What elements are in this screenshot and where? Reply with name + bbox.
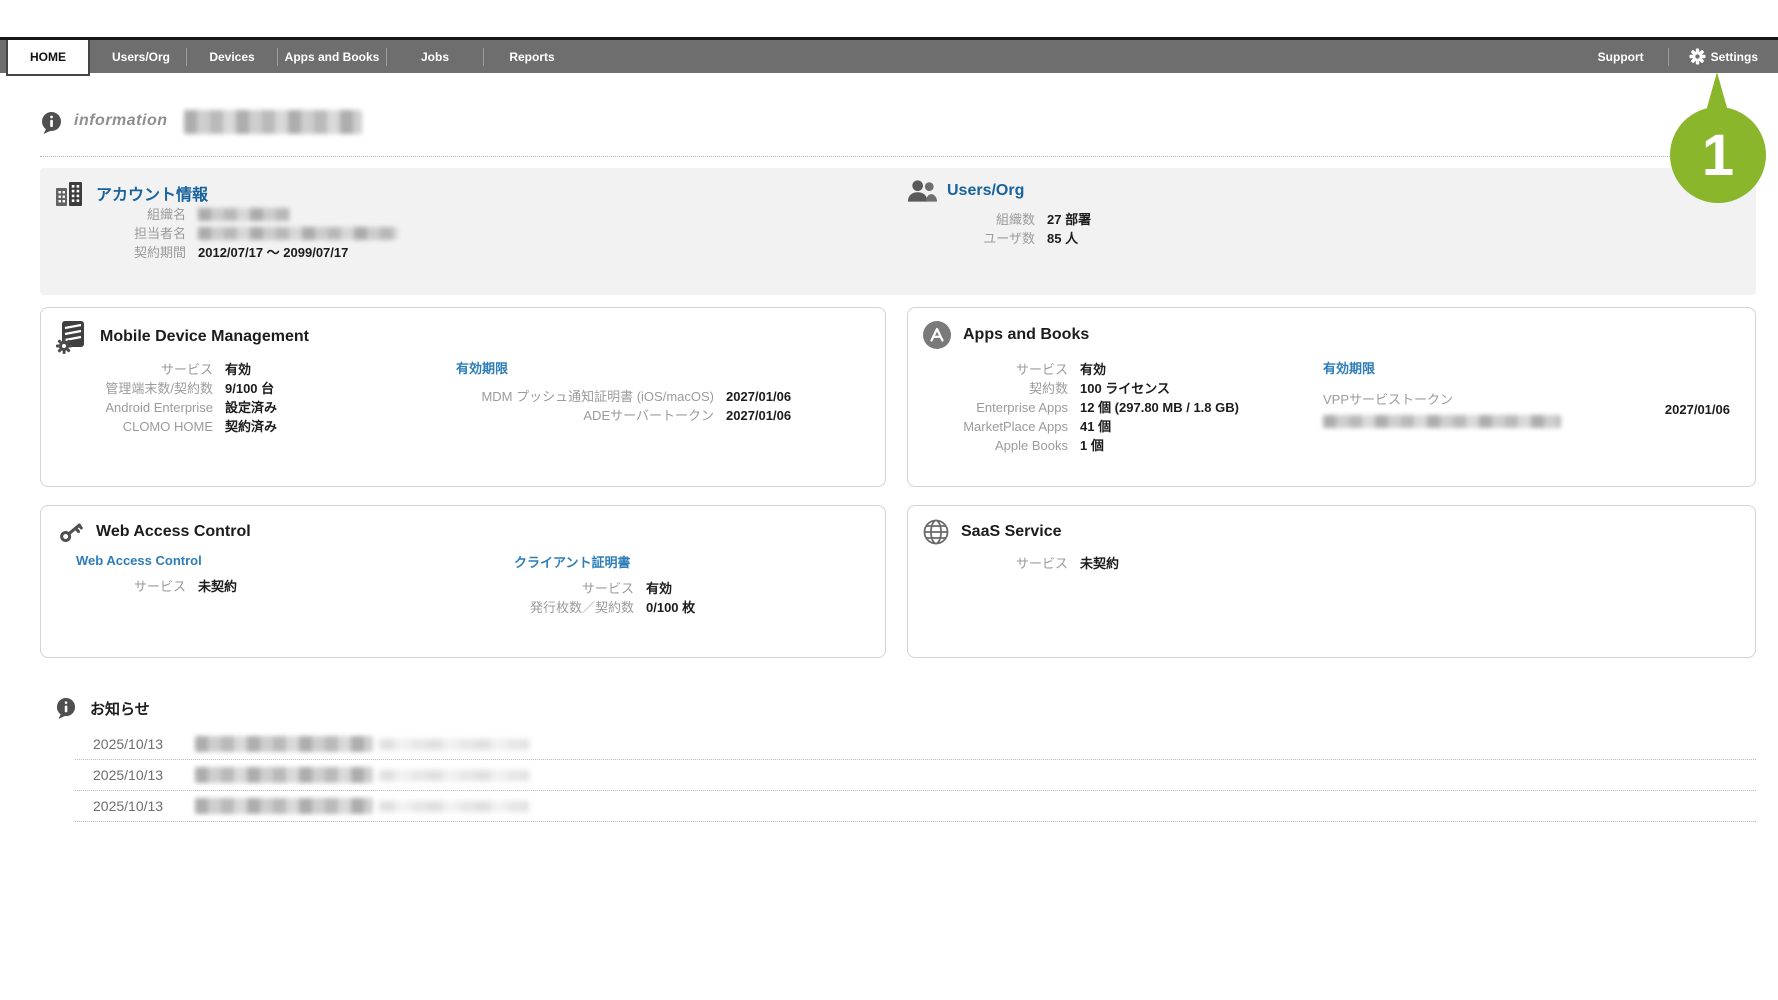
redacted-text bbox=[198, 208, 290, 221]
information-title: information bbox=[74, 112, 168, 130]
nav-separator bbox=[1668, 48, 1669, 66]
notice-date: 2025/10/13 bbox=[93, 767, 177, 783]
saas-service-card: SaaS Service サービス未契約 bbox=[907, 505, 1756, 658]
redacted-text bbox=[195, 798, 373, 814]
users-org-title: Users/Org bbox=[947, 182, 1024, 200]
apps-row-marketplace-apps: MarketPlace Apps41 個 bbox=[918, 417, 1239, 436]
web-access-control-card: Web Access Control Web Access Control サー… bbox=[40, 505, 886, 658]
mdm-expiry-link[interactable]: 有効期限 bbox=[456, 361, 508, 376]
notice-date: 2025/10/13 bbox=[93, 798, 177, 814]
apps-and-books-card: Apps and Books サービス有効 契約数100 ライセンス Enter… bbox=[907, 307, 1756, 487]
tab-jobs[interactable]: Jobs bbox=[387, 50, 483, 64]
apps-row-licenses: 契約数100 ライセンス bbox=[918, 379, 1239, 398]
apps-row-service: サービス有効 bbox=[918, 360, 1239, 379]
saas-row-service: サービス未契約 bbox=[918, 554, 1119, 573]
account-row-contract-period: 契約期間 2012/07/17 ～ 2099/07/17 bbox=[54, 243, 398, 262]
account-row-contact-name: 担当者名 bbox=[54, 224, 398, 243]
tab-reports[interactable]: Reports bbox=[484, 50, 580, 64]
key-icon bbox=[57, 518, 85, 546]
cert-row-service: サービス有効 bbox=[514, 579, 695, 598]
redacted-text bbox=[379, 801, 529, 812]
apps-row-enterprise-apps: Enterprise Apps12 個 (297.80 MB / 1.8 GB) bbox=[918, 398, 1239, 417]
gear-icon bbox=[1689, 48, 1706, 65]
users-org-row-users: ユーザ数 85 人 bbox=[907, 229, 1091, 248]
info-bubble-icon bbox=[40, 111, 63, 135]
info-bubble-icon bbox=[55, 697, 77, 720]
saas-card-title: SaaS Service bbox=[961, 523, 1062, 541]
mdm-row-devices: 管理端末数/契約数9/100 台 bbox=[51, 379, 277, 398]
account-row-org-name: 組織名 bbox=[54, 205, 398, 224]
redacted-text bbox=[379, 770, 529, 781]
apps-card-title: Apps and Books bbox=[963, 326, 1089, 344]
client-certificate-link[interactable]: クライアント証明書 bbox=[514, 555, 630, 570]
mdm-row-android-enterprise: Android Enterprise設定済み bbox=[51, 398, 277, 417]
users-org-row-orgs: 組織数 27 部署 bbox=[907, 210, 1091, 229]
redacted-text bbox=[1323, 415, 1561, 428]
app-store-icon bbox=[922, 320, 952, 350]
mdm-device-gear-icon bbox=[55, 320, 89, 354]
redacted-text bbox=[195, 736, 373, 752]
users-icon bbox=[907, 178, 938, 204]
mdm-row-service: サービス有効 bbox=[51, 360, 277, 379]
notices-header: お知らせ bbox=[55, 697, 150, 720]
vpp-token-label: VPPサービストークン bbox=[1323, 389, 1561, 408]
wac-card-title: Web Access Control bbox=[96, 523, 251, 541]
wac-row-service: サービス未契約 bbox=[76, 577, 237, 596]
buildings-icon bbox=[54, 178, 84, 208]
apps-expiry-link[interactable]: 有効期限 bbox=[1323, 361, 1375, 376]
support-link[interactable]: Support bbox=[1594, 50, 1648, 64]
tab-devices[interactable]: Devices bbox=[187, 50, 277, 64]
tab-home[interactable]: HOME bbox=[6, 40, 90, 76]
redacted-text bbox=[195, 767, 373, 783]
nav-tabs: Users/Org Devices Apps and Books Jobs Re… bbox=[96, 40, 580, 73]
redacted-text bbox=[379, 739, 529, 750]
notice-date: 2025/10/13 bbox=[93, 736, 177, 752]
mdm-card: Mobile Device Management サービス有効 管理端末数/契約… bbox=[40, 307, 886, 487]
mdm-row-ade-token: ADEサーバートークン2027/01/06 bbox=[456, 406, 791, 425]
globe-icon bbox=[922, 518, 950, 546]
list-item[interactable]: 2025/10/13 bbox=[75, 729, 1756, 760]
list-item[interactable]: 2025/10/13 bbox=[75, 760, 1756, 791]
settings-link[interactable]: Settings bbox=[1689, 48, 1758, 65]
apps-row-apple-books: Apple Books1 個 bbox=[918, 436, 1239, 455]
redacted-text bbox=[184, 110, 362, 134]
mdm-card-title: Mobile Device Management bbox=[100, 328, 309, 346]
tab-users-org[interactable]: Users/Org bbox=[96, 50, 186, 64]
annotation-badge: 1 bbox=[1670, 107, 1766, 203]
redacted-text bbox=[198, 227, 398, 240]
tab-apps-and-books[interactable]: Apps and Books bbox=[278, 50, 386, 64]
information-bar: information bbox=[40, 108, 1756, 157]
notices-title: お知らせ bbox=[90, 698, 150, 719]
cert-row-issued: 発行枚数／契約数0/100 枚 bbox=[514, 598, 695, 617]
mdm-row-push-cert: MDM プッシュ通知証明書 (iOS/macOS)2027/01/06 bbox=[456, 387, 791, 406]
users-org-summary: Users/Org 組織数 27 部署 ユーザ数 85 人 bbox=[907, 178, 1091, 248]
nav-right-group: Support Settings bbox=[1594, 40, 1758, 73]
settings-label: Settings bbox=[1711, 50, 1758, 64]
wac-link[interactable]: Web Access Control bbox=[76, 553, 202, 568]
mdm-row-clomo-home: CLOMO HOME契約済み bbox=[51, 417, 277, 436]
account-info-title: アカウント情報 bbox=[96, 181, 208, 205]
list-item[interactable]: 2025/10/13 bbox=[75, 791, 1756, 822]
vpp-token-expiry-date: 2027/01/06 bbox=[1665, 402, 1730, 417]
account-section: アカウント情報 組織名 担当者名 契約期間 2012/07/17 ～ 2099/… bbox=[40, 168, 1756, 295]
notices-list: 2025/10/13 2025/10/13 2025/10/13 bbox=[75, 729, 1756, 822]
